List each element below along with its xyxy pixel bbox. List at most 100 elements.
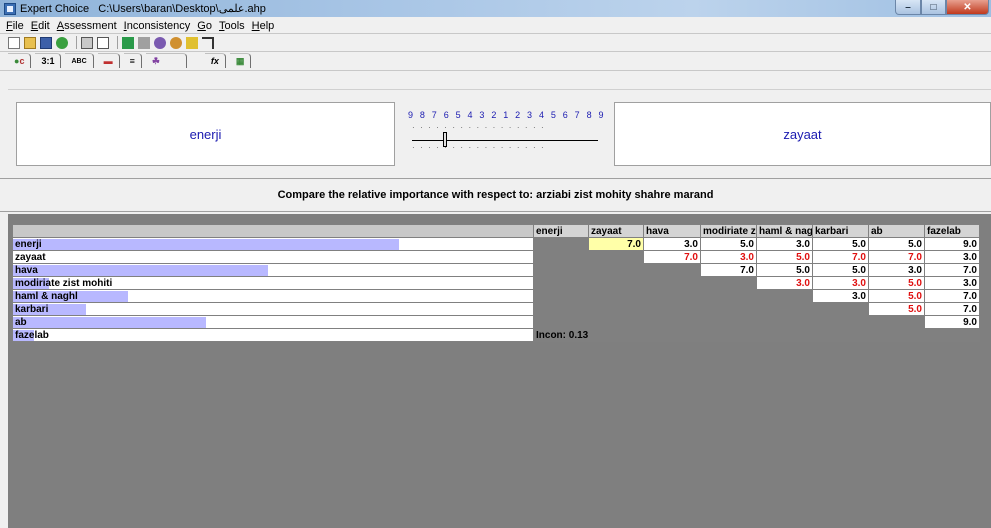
row-label[interactable]: karbari xyxy=(12,302,534,316)
matrix-cell[interactable]: 7.0 xyxy=(643,250,701,264)
matrix-cell[interactable]: 3.0 xyxy=(868,263,925,277)
matrix-cell[interactable] xyxy=(868,315,925,329)
matrix-cell[interactable] xyxy=(588,289,644,303)
matrix-cell[interactable] xyxy=(588,302,644,316)
minimize-button[interactable]: – xyxy=(895,0,921,15)
matrix-cell[interactable]: 3.0 xyxy=(924,250,980,264)
matrix-cell[interactable] xyxy=(643,289,701,303)
matrix-cell[interactable] xyxy=(700,328,757,342)
matrix-cell[interactable] xyxy=(643,276,701,290)
matrix-cell[interactable] xyxy=(533,237,589,251)
matrix-cell[interactable]: 5.0 xyxy=(812,263,869,277)
row-label[interactable]: enerji xyxy=(12,237,534,251)
row-label[interactable]: haml & naghl xyxy=(12,289,534,303)
menu-help[interactable]: Help xyxy=(252,20,275,32)
matrix-cell[interactable]: 7.0 xyxy=(700,263,757,277)
matrix-cell[interactable]: 3.0 xyxy=(812,276,869,290)
matrix-cell[interactable] xyxy=(643,302,701,316)
matrix-cell[interactable]: 7.0 xyxy=(868,250,925,264)
check-icon[interactable] xyxy=(186,36,198,49)
matrix-cell[interactable]: 5.0 xyxy=(868,289,925,303)
data-grid-icon[interactable] xyxy=(138,36,150,49)
right-element-box[interactable]: zayaat xyxy=(614,102,991,166)
matrix-cell[interactable]: 7.0 xyxy=(588,237,644,251)
row-label[interactable]: modiriate zist mohiti xyxy=(12,276,534,290)
matrix-cell[interactable]: 7.0 xyxy=(812,250,869,264)
matrix-cell[interactable]: 5.0 xyxy=(700,237,757,251)
matrix-cell[interactable]: 5.0 xyxy=(812,237,869,251)
tab-formula[interactable]: fx xyxy=(204,53,226,68)
menu-tools[interactable]: Tools xyxy=(219,20,245,32)
close-button[interactable]: ✕ xyxy=(946,0,989,15)
matrix-cell[interactable] xyxy=(533,289,589,303)
tab-graphical[interactable]: ▬ xyxy=(97,53,120,68)
matrix-cell[interactable] xyxy=(812,315,869,329)
tab-ratings[interactable]: ☘ xyxy=(145,53,187,68)
matrix-cell[interactable] xyxy=(643,263,701,277)
matrix-cell[interactable] xyxy=(868,328,925,342)
maximize-button[interactable]: □ xyxy=(921,0,946,15)
tab-questionnaire[interactable]: ABC xyxy=(65,53,94,68)
matrix-cell[interactable]: 7.0 xyxy=(924,302,980,316)
matrix-cell[interactable] xyxy=(588,263,644,277)
matrix-cell[interactable] xyxy=(700,289,757,303)
matrix-cell[interactable]: 5.0 xyxy=(756,263,813,277)
tab-grid[interactable]: ▦ xyxy=(229,53,252,68)
matrix-cell[interactable]: 3.0 xyxy=(756,237,813,251)
matrix-cell[interactable]: 3.0 xyxy=(812,289,869,303)
matrix-cell[interactable] xyxy=(588,250,644,264)
matrix-cell[interactable] xyxy=(643,328,701,342)
left-element-box[interactable]: enerji xyxy=(16,102,395,166)
row-label[interactable]: fazelab xyxy=(12,328,534,342)
menu-assessment[interactable]: Assessment xyxy=(57,20,117,32)
matrix-cell[interactable]: 7.0 xyxy=(924,289,980,303)
synthesis-icon[interactable] xyxy=(170,36,182,49)
open-folder-icon[interactable] xyxy=(24,36,36,49)
matrix-cell[interactable] xyxy=(588,315,644,329)
matrix-cell[interactable] xyxy=(533,315,589,329)
tab-numerical[interactable]: 3:1 xyxy=(35,53,62,68)
menu-edit[interactable]: Edit xyxy=(31,20,50,32)
menu-go[interactable]: Go xyxy=(197,20,212,32)
model-view-icon[interactable] xyxy=(122,36,134,49)
matrix-cell[interactable]: 5.0 xyxy=(756,250,813,264)
row-label[interactable]: ab xyxy=(12,315,534,329)
matrix-cell[interactable]: 5.0 xyxy=(868,276,925,290)
column-header[interactable]: enerji xyxy=(533,224,589,238)
matrix-cell[interactable]: 3.0 xyxy=(756,276,813,290)
matrix-cell[interactable] xyxy=(700,315,757,329)
matrix-cell[interactable] xyxy=(812,302,869,316)
matrix-cell[interactable] xyxy=(812,328,869,342)
matrix-cell[interactable] xyxy=(756,289,813,303)
settings-icon[interactable] xyxy=(154,36,166,49)
menu-file[interactable]: File xyxy=(6,20,24,32)
save-icon[interactable] xyxy=(40,36,52,49)
column-header[interactable]: haml & nag xyxy=(756,224,813,238)
matrix-cell[interactable]: 5.0 xyxy=(868,302,925,316)
column-header[interactable]: modiriate z xyxy=(700,224,757,238)
matrix-cell[interactable] xyxy=(756,315,813,329)
row-label[interactable]: hava xyxy=(12,263,534,277)
matrix-cell[interactable] xyxy=(756,302,813,316)
matrix-cell[interactable] xyxy=(588,328,644,342)
column-header[interactable]: ab xyxy=(868,224,925,238)
matrix-cell[interactable] xyxy=(700,276,757,290)
column-header[interactable]: hava xyxy=(643,224,701,238)
matrix-cell[interactable] xyxy=(643,315,701,329)
matrix-cell[interactable]: 5.0 xyxy=(868,237,925,251)
matrix-cell[interactable] xyxy=(924,328,980,342)
matrix-cell[interactable]: 3.0 xyxy=(643,237,701,251)
matrix-cell[interactable] xyxy=(756,328,813,342)
column-header[interactable]: karbari xyxy=(812,224,869,238)
row-label[interactable]: zayaat xyxy=(12,250,534,264)
matrix-cell[interactable]: 9.0 xyxy=(924,237,980,251)
matrix-cell[interactable]: 3.0 xyxy=(700,250,757,264)
tab-verbal[interactable]: ● c xyxy=(8,53,32,68)
matrix-cell[interactable] xyxy=(588,276,644,290)
goto-arrow-icon[interactable] xyxy=(202,36,214,49)
print-icon[interactable] xyxy=(81,36,93,49)
new-file-icon[interactable] xyxy=(8,36,20,49)
column-header[interactable]: zayaat xyxy=(588,224,644,238)
matrix-cell[interactable]: 9.0 xyxy=(924,315,980,329)
matrix-cell[interactable] xyxy=(533,250,589,264)
